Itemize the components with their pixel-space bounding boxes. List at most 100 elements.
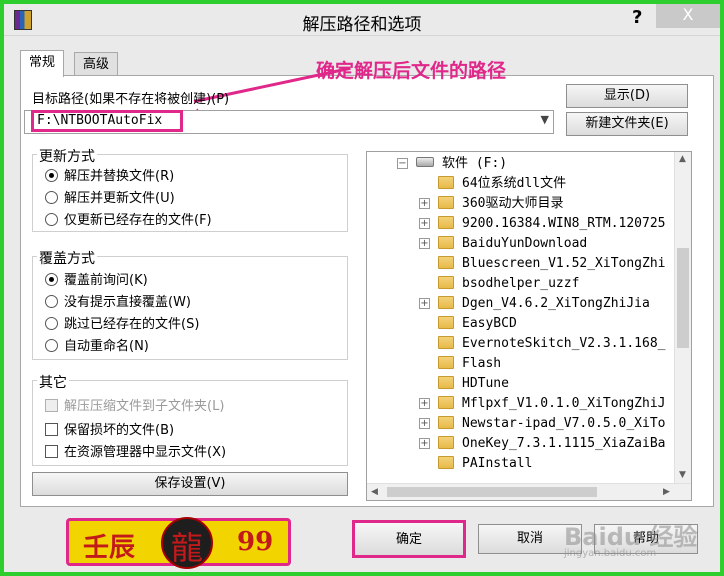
checkbox-icon[interactable] xyxy=(45,445,58,458)
expander-icon xyxy=(419,335,430,346)
folder-icon xyxy=(438,196,454,209)
folder-icon xyxy=(438,376,454,389)
overwrite-option-ask[interactable]: 覆盖前询问(K) xyxy=(45,269,148,288)
scroll-left-icon[interactable]: ◀ xyxy=(371,487,378,497)
folder-icon xyxy=(438,396,454,409)
option-label: 没有提示直接覆盖(W) xyxy=(64,295,191,310)
radio-icon[interactable] xyxy=(45,339,58,352)
update-mode-group: 更新方式 解压并替换文件(R) 解压并更新文件(U) 仅更新已经存在的文件(F) xyxy=(32,146,348,232)
tree-folder-row[interactable]: Bluescreen_V1.52_XiTongZhi xyxy=(419,254,666,274)
radio-icon[interactable] xyxy=(45,213,58,226)
expand-icon[interactable]: + xyxy=(419,298,430,309)
checkbox-icon[interactable] xyxy=(45,423,58,436)
destination-label: 目标路径(如果不存在将被创建)(P) xyxy=(32,92,230,107)
overwrite-option-skip[interactable]: 跳过已经存在的文件(S) xyxy=(45,313,199,332)
update-option-existing[interactable]: 仅更新已经存在的文件(F) xyxy=(45,209,212,228)
folder-icon xyxy=(438,356,454,369)
tree-folder-row[interactable]: + OneKey_7.3.1.1115_XiaZaiBa xyxy=(419,434,666,454)
folder-tree[interactable]: − 软件 (F:) 64位系统dll文件 +360驱动大师目录 +9200.163… xyxy=(366,151,692,501)
tree-label: Dgen_V4.6.2_XiTongZhiJia xyxy=(462,296,650,311)
radio-icon[interactable] xyxy=(45,317,58,330)
folder-icon xyxy=(438,336,454,349)
tree-label: 9200.16384.WIN8_RTM.120725 xyxy=(462,216,666,231)
tree-label: HDTune xyxy=(462,376,509,391)
folder-icon xyxy=(438,316,454,329)
radio-icon[interactable] xyxy=(45,273,58,286)
radio-icon[interactable] xyxy=(45,169,58,182)
tree-horizontal-scrollbar[interactable]: ◀ ▶ xyxy=(367,483,691,500)
radio-icon[interactable] xyxy=(45,191,58,204)
scrollbar-thumb[interactable] xyxy=(387,487,597,497)
chevron-down-icon[interactable]: ▼ xyxy=(541,113,549,126)
tree-folder-row[interactable]: HDTune xyxy=(419,374,509,394)
radio-icon[interactable] xyxy=(45,295,58,308)
tree-folder-row[interactable]: + Newstar-ipad_V7.0.5.0_XiTo xyxy=(419,414,666,434)
option-label: 解压压缩文件到子文件夹(L) xyxy=(64,399,225,414)
tree-folder-row[interactable]: 64位系统dll文件 xyxy=(419,174,566,194)
new-folder-button[interactable]: 新建文件夹(E) xyxy=(566,112,688,136)
tree-folder-row[interactable]: +360驱动大师目录 xyxy=(419,194,563,214)
overwrite-option-silent[interactable]: 没有提示直接覆盖(W) xyxy=(45,291,191,310)
tree-folder-row[interactable]: + Dgen_V4.6.2_XiTongZhiJia xyxy=(419,294,650,314)
tree-label: PAInstall xyxy=(462,456,533,471)
expand-icon[interactable]: + xyxy=(419,398,430,409)
logo-text-right: 99 xyxy=(237,527,274,557)
tree-folder-row[interactable]: Flash xyxy=(419,354,501,374)
tree-label: EvernoteSkitch_V2.3.1.168_ xyxy=(462,336,666,351)
overwrite-option-rename[interactable]: 自动重命名(N) xyxy=(45,335,149,354)
expander-icon xyxy=(419,255,430,266)
help-icon[interactable]: ? xyxy=(632,7,642,28)
expander-icon xyxy=(419,355,430,366)
tree-label: Mflpxf_V1.0.1.0_XiTongZhiJ xyxy=(462,396,666,411)
expand-icon[interactable]: + xyxy=(419,218,430,229)
scroll-down-icon[interactable]: ▼ xyxy=(679,470,686,480)
tree-folder-row[interactable]: bsodhelper_uzzf xyxy=(419,274,579,294)
tab-advanced[interactable]: 高级 xyxy=(74,52,119,77)
display-button[interactable]: 显示(D) xyxy=(566,84,688,108)
logo-text-left: 壬辰 xyxy=(83,533,136,563)
misc-option-subfolder: 解压压缩文件到子文件夹(L) xyxy=(45,395,224,414)
update-option-replace[interactable]: 解压并替换文件(R) xyxy=(45,165,174,184)
option-label: 仅更新已经存在的文件(F) xyxy=(64,213,212,228)
collapse-icon[interactable]: − xyxy=(397,158,408,169)
destination-path-combo[interactable]: F:\NTBOOTAutoFix ▼ xyxy=(24,110,554,134)
tree-folder-row[interactable]: EasyBCD xyxy=(419,314,517,334)
option-label: 自动重命名(N) xyxy=(64,339,149,354)
title-bar[interactable]: 解压路径和选项 ? X xyxy=(4,4,720,36)
folder-icon xyxy=(438,216,454,229)
tree-label: bsodhelper_uzzf xyxy=(462,276,580,291)
tab-general[interactable]: 常规 xyxy=(20,50,65,77)
expander-icon xyxy=(419,455,430,466)
folder-icon xyxy=(438,296,454,309)
misc-option-show-explorer[interactable]: 在资源管理器中显示文件(X) xyxy=(45,441,226,460)
tree-folder-row[interactable]: PAInstall xyxy=(419,454,532,474)
tree-folder-row[interactable]: +9200.16384.WIN8_RTM.120725 xyxy=(419,214,666,234)
tree-folder-row[interactable]: + BaiduYunDownload xyxy=(419,234,587,254)
save-settings-button[interactable]: 保存设置(V) xyxy=(32,472,348,496)
scroll-right-icon[interactable]: ▶ xyxy=(663,487,670,497)
update-option-update[interactable]: 解压并更新文件(U) xyxy=(45,187,175,206)
tree-label: BaiduYunDownload xyxy=(462,236,588,251)
folder-icon xyxy=(438,456,454,469)
expand-icon[interactable]: + xyxy=(419,238,430,249)
folder-icon xyxy=(438,436,454,449)
expand-icon[interactable]: + xyxy=(419,418,430,429)
tree-vertical-scrollbar[interactable]: ▲ ▼ xyxy=(674,152,691,484)
ok-button[interactable]: 确定 xyxy=(352,520,466,558)
destination-path-input[interactable]: F:\NTBOOTAutoFix xyxy=(31,110,183,132)
misc-option-keep-broken[interactable]: 保留损坏的文件(B) xyxy=(45,419,174,438)
expander-icon xyxy=(419,375,430,386)
tree-drive-row[interactable]: − 软件 (F:) xyxy=(397,154,507,174)
tree-folder-row[interactable]: + Mflpxf_V1.0.1.0_XiTongZhiJ xyxy=(419,394,666,414)
scroll-up-icon[interactable]: ▲ xyxy=(679,154,686,164)
close-button[interactable]: X xyxy=(656,4,720,28)
expand-icon[interactable]: + xyxy=(419,438,430,449)
tree-label: OneKey_7.3.1.1115_XiaZaiBa xyxy=(462,436,666,451)
option-label: 解压并替换文件(R) xyxy=(64,169,175,184)
folder-icon xyxy=(438,256,454,269)
scrollbar-thumb[interactable] xyxy=(677,248,689,348)
option-label: 解压并更新文件(U) xyxy=(64,191,175,206)
author-logo: 壬辰 99 xyxy=(66,517,291,569)
tree-folder-row[interactable]: EvernoteSkitch_V2.3.1.168_ xyxy=(419,334,666,354)
expand-icon[interactable]: + xyxy=(419,198,430,209)
